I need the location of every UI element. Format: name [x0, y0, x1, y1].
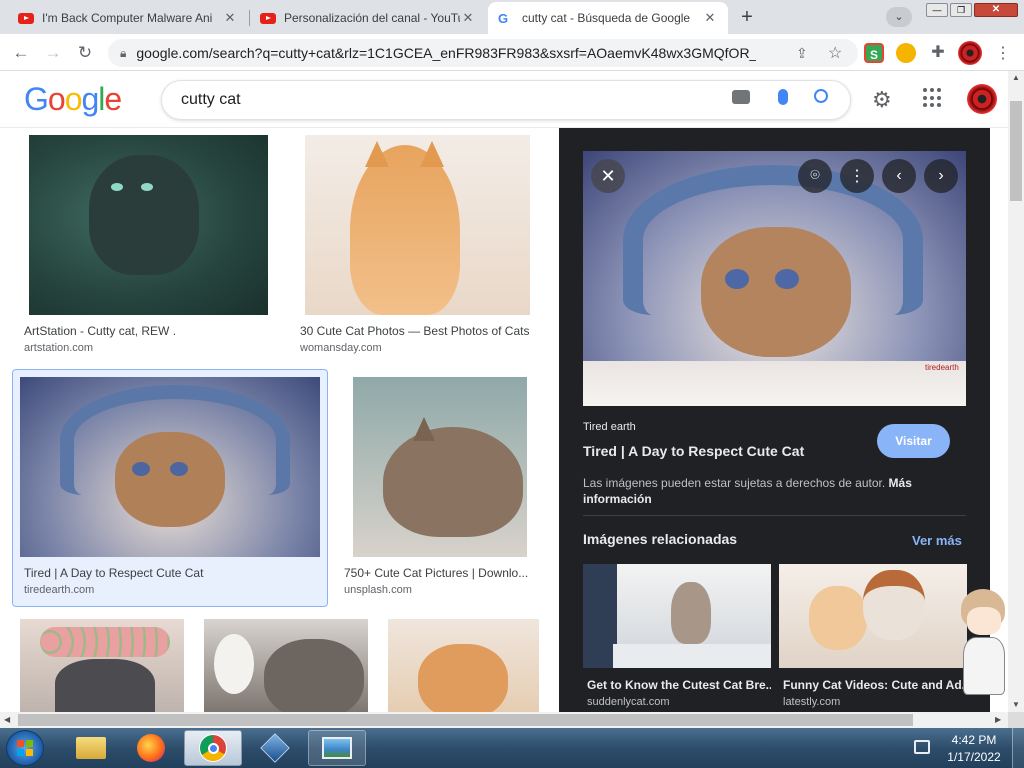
divider	[583, 515, 966, 516]
tab-search-icon[interactable]: ⌄	[886, 7, 912, 27]
horizontal-scroll-thumb[interactable]	[18, 714, 913, 726]
copyright-notice: Las imágenes pueden estar sujetas a dere…	[583, 475, 953, 507]
result-image-kitten-paw[interactable]	[204, 619, 368, 712]
tab-title: cutty cat - Búsqueda de Google	[522, 11, 691, 25]
result-image-womansday[interactable]	[305, 135, 530, 315]
result-image-tiredearth[interactable]	[20, 377, 320, 557]
google-apps-icon[interactable]	[923, 88, 943, 108]
related-heading: Imágenes relacionadas	[583, 531, 738, 547]
result-source: artstation.com	[24, 342, 94, 354]
preview-title[interactable]: Tired | A Day to Respect Cute Cat	[583, 443, 804, 459]
google-icon: G	[498, 10, 509, 26]
desktop-mascot-character	[955, 585, 1008, 705]
vertical-scrollbar[interactable]: ▲ ▼	[1008, 71, 1024, 712]
tab-youtube-malware[interactable]: I'm Back Computer Malware Ani ✕	[8, 2, 248, 34]
start-button[interactable]	[6, 730, 44, 766]
lens-icon[interactable]: ⌾	[798, 159, 832, 193]
new-tab-button[interactable]: +	[734, 6, 760, 28]
address-bar[interactable]: 🔒︎ google.com/search?q=cutty+cat&rlz=1C1…	[108, 39, 858, 67]
network-icon[interactable]	[914, 740, 930, 754]
microphone-icon[interactable]	[778, 89, 788, 105]
related-image-2[interactable]	[779, 564, 967, 668]
vertical-scroll-thumb[interactable]	[1010, 101, 1022, 201]
see-more-link[interactable]: Ver más	[912, 533, 962, 548]
extension-cookie-icon[interactable]	[896, 43, 916, 63]
preview-source[interactable]: Tired earth	[583, 421, 636, 433]
firefox-taskbar-icon[interactable]	[122, 730, 180, 766]
related-source: latestly.com	[783, 696, 841, 708]
youtube-icon	[260, 12, 276, 24]
result-source: tiredearth.com	[24, 584, 95, 596]
profile-avatar[interactable]	[958, 41, 982, 65]
google-header: Google cutty cat ⚙	[0, 71, 1008, 128]
result-title[interactable]: Tired | A Day to Respect Cute Cat	[24, 566, 324, 580]
extension-s-icon[interactable]: S	[864, 43, 884, 63]
tab-title: Personalización del canal - YouTu	[284, 11, 460, 25]
close-tab-icon[interactable]: ✕	[702, 10, 718, 26]
share-icon[interactable]: ⇪	[796, 45, 808, 62]
show-desktop-button[interactable]	[1012, 728, 1024, 768]
tab-title: I'm Back Computer Malware Ani	[42, 11, 213, 25]
result-title[interactable]: 750+ Cute Cat Pictures | Downlo...	[344, 566, 534, 580]
file-explorer-taskbar-icon[interactable]	[62, 730, 120, 766]
close-tab-icon[interactable]: ✕	[222, 10, 238, 26]
forward-button[interactable]: →	[40, 40, 66, 66]
image-preview-panel: tiredearth ✕ ⌾ ⋮ ‹ › Tired earth Tired |…	[559, 128, 990, 712]
browser-menu-icon[interactable]: ⋮	[990, 40, 1016, 66]
result-title[interactable]: 30 Cute Cat Photos — Best Photos of Cats	[300, 324, 540, 338]
related-image-1[interactable]	[583, 564, 771, 668]
scroll-right-arrow-icon[interactable]: ▶	[995, 715, 1001, 724]
youtube-icon	[18, 12, 34, 24]
minimize-button[interactable]: —	[926, 3, 948, 17]
scroll-corner	[1008, 712, 1024, 728]
windows-taskbar: 4:42 PM 1/17/2022	[0, 728, 1024, 768]
search-input[interactable]: cutty cat	[181, 91, 241, 109]
photo-viewer-taskbar-icon[interactable]	[308, 730, 366, 766]
virtualbox-taskbar-icon[interactable]	[246, 730, 304, 766]
reload-button[interactable]: ↻	[72, 40, 98, 66]
watermark-logo: tiredearth	[925, 363, 959, 372]
result-source: unsplash.com	[344, 584, 412, 596]
next-image-icon[interactable]: ›	[924, 159, 958, 193]
result-image-unsplash[interactable]	[353, 377, 527, 557]
search-box[interactable]: cutty cat	[161, 80, 851, 120]
bookmark-star-icon[interactable]: ☆	[828, 43, 842, 63]
lock-icon: 🔒︎	[120, 45, 127, 60]
camera-icon[interactable]	[732, 90, 750, 104]
address-url: google.com/search?q=cutty+cat&rlz=1C1GCE…	[136, 45, 757, 61]
related-title[interactable]: Get to Know the Cutest Cat Bre...	[587, 678, 771, 692]
more-options-icon[interactable]: ⋮	[840, 159, 874, 193]
tab-youtube-channel[interactable]: Personalización del canal - YouTu ✕	[250, 2, 486, 34]
related-source: suddenlycat.com	[587, 696, 670, 708]
close-tab-icon[interactable]: ✕	[460, 10, 476, 26]
result-title[interactable]: ArtStation - Cutty cat, REW .	[24, 324, 274, 338]
result-image-artstation[interactable]	[29, 135, 268, 315]
clock-time[interactable]: 4:42 PM	[944, 733, 1004, 747]
result-image-orange-kitten[interactable]	[388, 619, 539, 712]
close-icon[interactable]: ✕	[591, 159, 625, 193]
tab-google-search[interactable]: G cutty cat - Búsqueda de Google ✕	[488, 2, 728, 34]
browser-toolbar: ← → ↻ 🔒︎ google.com/search?q=cutty+cat&r…	[0, 34, 1024, 71]
scroll-left-arrow-icon[interactable]: ◀	[4, 715, 10, 724]
settings-gear-icon[interactable]: ⚙	[872, 87, 892, 113]
search-icon[interactable]	[814, 89, 828, 103]
scroll-down-arrow-icon[interactable]: ▼	[1012, 700, 1020, 709]
clock-date[interactable]: 1/17/2022	[942, 750, 1006, 764]
restore-button[interactable]: ❐	[950, 3, 972, 17]
copyright-text: Las imágenes pueden estar sujetas a dere…	[583, 476, 886, 490]
horizontal-scrollbar[interactable]: ◀ ▶	[0, 712, 1008, 728]
chrome-taskbar-icon[interactable]	[184, 730, 242, 766]
previous-image-icon[interactable]: ‹	[882, 159, 916, 193]
google-logo[interactable]: Google	[24, 81, 122, 118]
related-title[interactable]: Funny Cat Videos: Cute and Ad...	[783, 678, 967, 692]
back-button[interactable]: ←	[8, 40, 34, 66]
extensions-puzzle-icon[interactable]: ✚	[928, 43, 948, 63]
result-source: womansday.com	[300, 342, 382, 354]
account-avatar[interactable]	[966, 83, 998, 115]
result-image-flower-crown[interactable]	[20, 619, 184, 712]
close-window-button[interactable]: ✕	[974, 3, 1018, 17]
visit-button[interactable]: Visitar	[877, 424, 950, 458]
tab-strip: I'm Back Computer Malware Ani ✕ Personal…	[0, 0, 1024, 34]
scroll-up-arrow-icon[interactable]: ▲	[1012, 73, 1020, 82]
